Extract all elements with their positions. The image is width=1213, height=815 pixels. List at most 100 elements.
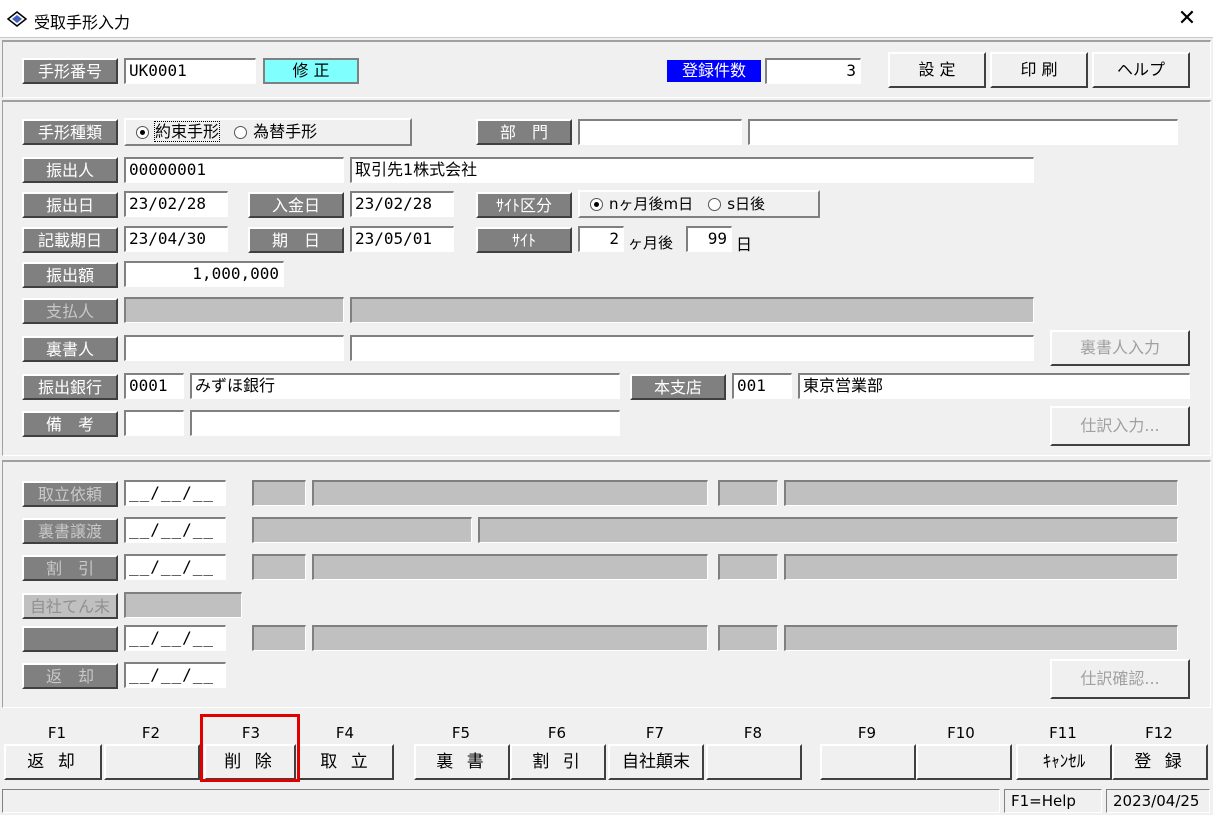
return-label: 返 却 <box>22 663 118 689</box>
amount-input[interactable]: 1,000,000 <box>124 261 284 287</box>
months-days-label: nヶ月後m日 <box>609 195 694 213</box>
f5-endorse-button[interactable]: 裏 書 <box>414 744 510 780</box>
memo-text-input[interactable] <box>190 410 620 436</box>
record-date-label: 記載期日 <box>22 227 118 253</box>
note-no-input[interactable]: UK0001 <box>124 58 256 84</box>
f8-button[interactable] <box>706 744 802 780</box>
journal-entry-button[interactable]: 仕訳入力... <box>1050 406 1190 446</box>
blank-row-code1 <box>252 625 306 651</box>
branch-name-input[interactable]: 東京営業部 <box>798 373 1190 399</box>
discount-name1 <box>312 554 708 580</box>
site-days-input[interactable]: 99 <box>686 226 732 252</box>
count-label: 登録件数 <box>667 60 761 82</box>
radio-months-days[interactable] <box>590 198 603 211</box>
endorser-name-input[interactable] <box>350 335 1034 361</box>
radio-promissory[interactable] <box>136 126 149 139</box>
f2-button[interactable] <box>104 744 200 780</box>
discount-label: 割 引 <box>22 555 118 581</box>
f4-collect-button[interactable]: 取 立 <box>298 744 394 780</box>
close-icon[interactable]: ✕ <box>1170 4 1204 34</box>
amount-label: 振出額 <box>22 262 118 288</box>
note-type-label: 手形種類 <box>22 119 118 145</box>
print-button[interactable]: 印 刷 <box>990 52 1088 88</box>
blank-row-label <box>22 626 118 652</box>
f11-cancel-button[interactable]: ｷｬﾝｾﾙ <box>1016 744 1112 780</box>
return-date-input: __/__/__ <box>124 662 226 688</box>
promissory-label: 約束手形 <box>153 121 221 142</box>
note-type-group: 約束手形 為替手形 <box>124 118 412 146</box>
collection-date-input: __/__/__ <box>124 480 226 506</box>
drawer-code-input[interactable]: 00000001 <box>124 157 344 183</box>
site-months-unit: ヶ月後 <box>628 234 674 252</box>
endorser-label: 裏書人 <box>22 336 118 362</box>
issue-date-label: 振出日 <box>22 192 118 218</box>
fkey-label-f10: F10 <box>947 724 975 742</box>
transfer-label: 裏書譲渡 <box>22 518 118 544</box>
transfer-name <box>478 517 1178 543</box>
branch-code-input[interactable]: 001 <box>732 373 792 399</box>
discount-name2 <box>784 554 1178 580</box>
discount-code1 <box>252 554 306 580</box>
endorser-input-button[interactable]: 裏書人入力 <box>1050 330 1190 366</box>
deposit-date-input[interactable]: 23/02/28 <box>350 191 454 217</box>
memo-code-input[interactable] <box>124 410 184 436</box>
mode-indicator: 修 正 <box>263 58 359 84</box>
issue-date-input[interactable]: 23/02/28 <box>124 191 228 217</box>
drawer-name-input[interactable]: 取引先1株式会社 <box>350 157 1034 183</box>
journal-confirm-button[interactable]: 仕訳確認... <box>1050 659 1190 699</box>
help-button[interactable]: ヘルプ <box>1092 52 1190 88</box>
payer-label: 支払人 <box>22 298 118 324</box>
own-disposition-input <box>124 592 242 618</box>
transfer-date-input: __/__/__ <box>124 517 226 543</box>
bank-name-input[interactable]: みずほ銀行 <box>190 373 620 399</box>
bank-code-input[interactable]: 0001 <box>124 373 184 399</box>
deposit-date-label: 入金日 <box>248 192 344 218</box>
payer-code-input <box>124 297 344 323</box>
site-months-input[interactable]: 2 <box>578 226 624 252</box>
transfer-code <box>252 517 472 543</box>
f10-button[interactable] <box>916 744 1012 780</box>
settings-button[interactable]: 設 定 <box>888 52 986 88</box>
site-type-label: ｻｲﾄ区分 <box>476 192 572 218</box>
count-value: 3 <box>765 58 861 84</box>
radio-days-after[interactable] <box>708 198 722 211</box>
fkey-label-f12: F12 <box>1145 724 1173 742</box>
f9-button[interactable] <box>820 744 916 780</box>
dept-label: 部 門 <box>476 119 572 145</box>
status-bar: F1=Help 2023/04/25 <box>0 787 1213 815</box>
discount-code2 <box>718 554 778 580</box>
collection-code1 <box>252 480 306 506</box>
status-message <box>2 789 1000 813</box>
site-type-group: nヶ月後m日 s日後 <box>578 190 820 218</box>
f6-discount-button[interactable]: 割 引 <box>510 744 606 780</box>
f7-own-disposition-button[interactable]: 自社顛末 <box>608 744 704 780</box>
dept-code-input[interactable] <box>578 119 742 145</box>
app-icon <box>6 11 28 27</box>
status-date: 2023/04/25 <box>1106 789 1210 813</box>
f1-return-button[interactable]: 返 却 <box>4 744 102 780</box>
drawer-label: 振出人 <box>22 157 118 183</box>
due-date-input[interactable]: 23/05/01 <box>350 226 454 252</box>
fkey-label-f11: F11 <box>1049 724 1077 742</box>
collection-label: 取立依頼 <box>22 481 118 507</box>
radio-bill-of-exchange[interactable] <box>234 126 248 139</box>
site-days-unit: 日 <box>736 235 753 254</box>
title-bar: 受取手形入力 ✕ <box>0 0 1213 38</box>
fkey-label-f4: F4 <box>335 724 355 742</box>
site-label: ｻｲﾄ <box>476 227 572 253</box>
collection-code2 <box>718 480 778 506</box>
fkey-label-f6: F6 <box>547 724 567 742</box>
f12-register-button[interactable]: 登 録 <box>1112 744 1208 780</box>
dept-name-input[interactable] <box>748 119 1178 145</box>
blank-row-code2 <box>718 625 778 651</box>
branch-label: 本支店 <box>630 374 726 400</box>
fkey-label-f1: F1 <box>47 724 67 742</box>
discount-date-input: __/__/__ <box>124 554 226 580</box>
window-title: 受取手形入力 <box>34 13 131 32</box>
endorser-code-input[interactable] <box>124 335 344 361</box>
bill-of-exchange-label: 為替手形 <box>253 122 318 141</box>
f3-highlight-box <box>200 714 300 782</box>
record-date-input[interactable]: 23/04/30 <box>124 226 228 252</box>
note-no-label: 手形番号 <box>22 58 118 84</box>
own-disposition-label: 自社てん末 <box>22 593 118 619</box>
